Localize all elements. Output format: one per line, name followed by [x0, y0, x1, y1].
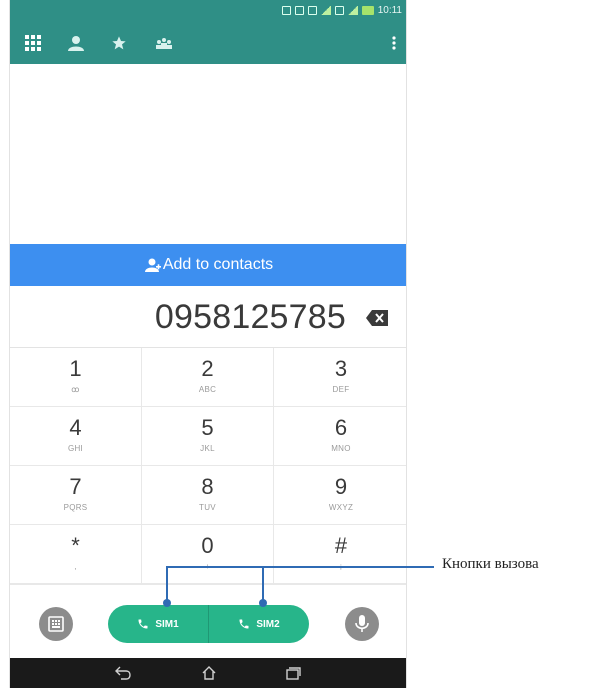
microphone-icon: [355, 615, 369, 632]
call-log-area: [10, 64, 406, 244]
phone-icon: [138, 619, 148, 629]
key-letters: JKL: [200, 444, 215, 453]
call-sim2-button[interactable]: SIM2: [209, 605, 309, 643]
key-digit: #: [334, 533, 348, 558]
more-vert-icon: [392, 36, 396, 50]
keypad: 1 ꝏ 2 ABC 3 DEF 4 GHI 5 JKL 6 MNO 7 PQRS…: [10, 348, 406, 584]
callout-dot-sim1: [163, 599, 171, 607]
key-digit: 5: [201, 415, 214, 440]
key-letters: TUV: [199, 503, 216, 512]
key-digit: 7: [69, 474, 82, 499]
backspace-icon[interactable]: [366, 310, 388, 326]
key-digit: 3: [334, 356, 348, 381]
voice-search-button[interactable]: [345, 607, 379, 641]
grid-icon: [25, 35, 41, 51]
callout-label: Кнопки вызова: [442, 556, 539, 572]
recents-button[interactable]: [283, 663, 303, 683]
key-star[interactable]: * ,: [10, 525, 142, 584]
key-2[interactable]: 2 ABC: [142, 348, 274, 407]
key-letters: ABC: [198, 385, 217, 394]
key-letters: MNO: [331, 444, 351, 453]
add-person-icon: [144, 258, 161, 272]
callout-line: [166, 566, 434, 568]
callout-line-sim1: [166, 566, 168, 602]
key-digit: 6: [334, 415, 348, 440]
key-9[interactable]: 9 WXYZ: [274, 466, 406, 525]
keypad-toggle-button[interactable]: [39, 607, 73, 641]
back-icon: [115, 666, 131, 680]
tab-groups[interactable]: [153, 32, 175, 54]
callout-line-sim2: [262, 566, 264, 602]
number-display: 0958125785: [10, 286, 406, 348]
mail-icon: [294, 5, 304, 15]
key-6[interactable]: 6 MNO: [274, 407, 406, 466]
clock: 10:11: [377, 4, 402, 16]
tab-contacts[interactable]: [65, 32, 87, 54]
back-button[interactable]: [113, 663, 133, 683]
key-letters: WXYZ: [328, 503, 354, 512]
voicemail-icon: ꝏ: [71, 385, 80, 394]
key-digit: 1: [69, 356, 82, 381]
tab-bar: [10, 24, 406, 60]
call-sim1-button[interactable]: SIM1: [108, 605, 208, 643]
key-digit: 8: [201, 474, 214, 499]
call-buttons: SIM1 SIM2: [108, 605, 309, 643]
phone-screen: 10:11 Add to contacts 0958125785 1 ꝏ 2 A…: [9, 0, 407, 688]
star-icon: [112, 36, 126, 50]
sim1-label: SIM1: [155, 618, 179, 630]
phone-icon: [239, 619, 249, 629]
tab-dialpad[interactable]: [22, 32, 44, 54]
person-icon: [68, 36, 84, 51]
recents-icon: [286, 667, 301, 680]
key-digit: 9: [334, 474, 348, 499]
key-letters: ,: [74, 562, 77, 571]
group-icon: [156, 38, 172, 49]
key-8[interactable]: 8 TUV: [142, 466, 274, 525]
vibrate-icon: [281, 5, 291, 15]
dialpad-icon: [48, 616, 64, 632]
dialed-number: 0958125785: [154, 298, 346, 336]
key-7[interactable]: 7 PQRS: [10, 466, 142, 525]
key-digit: 0: [201, 533, 214, 558]
sim2-icon: [334, 5, 344, 15]
key-letters: PQRS: [63, 503, 88, 512]
key-digit: *: [71, 533, 80, 558]
home-button[interactable]: [199, 663, 219, 683]
key-3[interactable]: 3 DEF: [274, 348, 406, 407]
sim-icon: [307, 5, 317, 15]
home-icon: [202, 666, 216, 680]
key-letters: DEF: [332, 385, 350, 394]
signal-icon: [320, 5, 331, 15]
key-hash[interactable]: # ;: [274, 525, 406, 584]
add-to-contacts-button[interactable]: Add to contacts: [10, 244, 406, 286]
key-5[interactable]: 5 JKL: [142, 407, 274, 466]
add-to-contacts-label: Add to contacts: [162, 256, 274, 273]
callout-dot-sim2: [259, 599, 267, 607]
signal2-icon: [347, 5, 358, 15]
key-1[interactable]: 1 ꝏ: [10, 348, 142, 407]
top-toolbar: 10:11: [10, 0, 406, 64]
key-letters: GHI: [67, 444, 84, 453]
sim2-label: SIM2: [256, 618, 280, 630]
key-0[interactable]: 0 +: [142, 525, 274, 584]
key-digit: 4: [69, 415, 82, 440]
tab-favorites[interactable]: [108, 32, 130, 54]
action-row: SIM1 SIM2: [10, 584, 406, 658]
navigation-bar: [10, 658, 406, 688]
battery-icon: [361, 5, 374, 15]
more-options-button[interactable]: [388, 32, 400, 54]
key-4[interactable]: 4 GHI: [10, 407, 142, 466]
status-bar: 10:11: [281, 3, 402, 17]
key-digit: 2: [201, 356, 214, 381]
